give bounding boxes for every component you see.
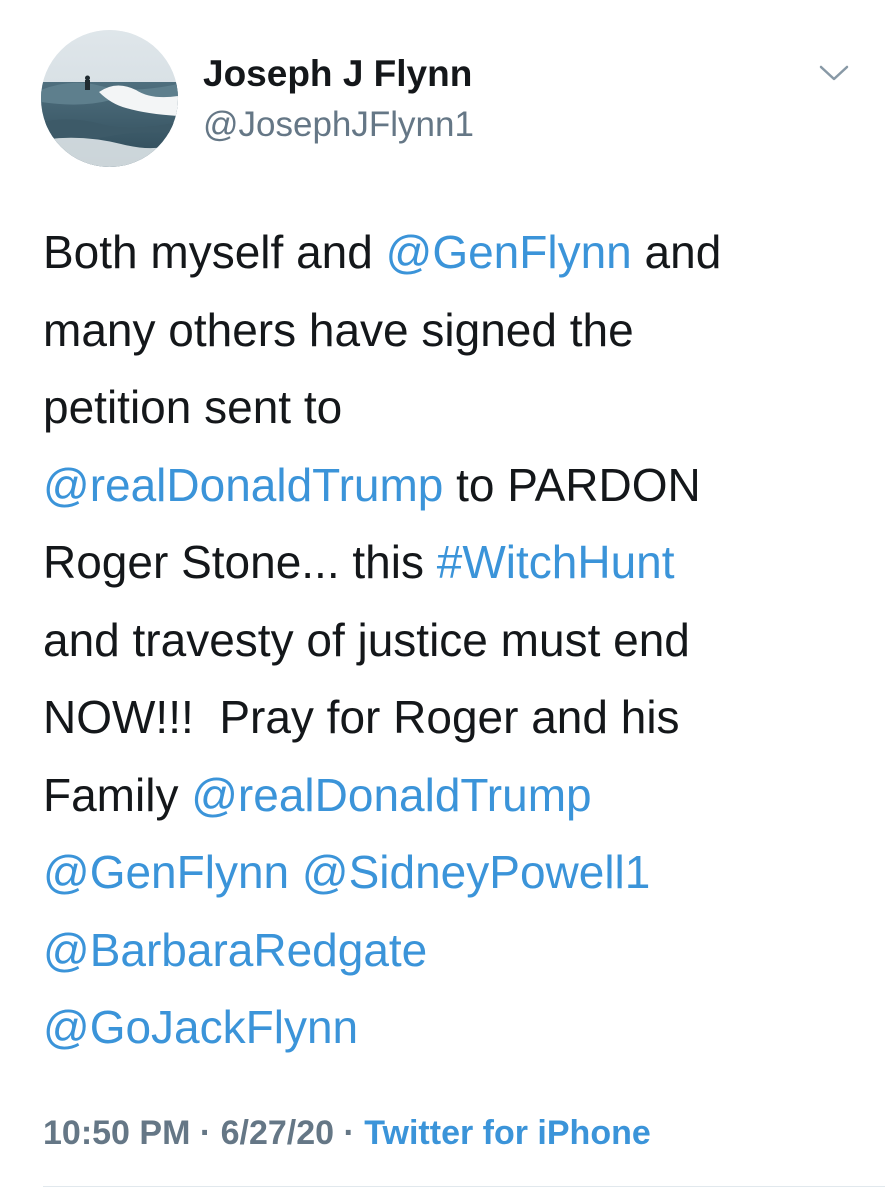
tweet-text-line: Roger Stone... this #WitchHunt [43,524,843,602]
meta-separator: · [190,1114,221,1152]
tweet: Joseph J Flynn @JosephJFlynn1 Both mysel… [0,0,885,1200]
tweet-text-line: NOW!!! Pray for Roger and his [43,679,843,757]
tweet-source-link[interactable]: Twitter for iPhone [364,1114,650,1152]
mention-link[interactable]: @GoJackFlynn [43,1001,358,1053]
divider [43,1186,885,1187]
tweet-text-segment: and travesty of justice must end [43,613,690,666]
hashtag-link[interactable]: #WitchHunt [437,536,675,588]
tweet-meta: 10:50 PM · 6/27/20 · Twitter for iPhone [43,1112,651,1154]
tweet-text-segment: Family [43,768,192,821]
tweet-text-line: Family @realDonaldTrump [43,757,843,835]
mention-link[interactable]: @BarbaraRedgate [43,924,427,976]
tweet-text-segment: petition sent to [43,381,343,433]
mention-link[interactable]: @GenFlynn [386,226,632,278]
tweet-time[interactable]: 10:50 PM [43,1114,190,1152]
mention-link[interactable]: @realDonaldTrump [43,459,443,511]
tweet-text-segment: Roger Stone... this [43,536,437,588]
avatar-surf-image [41,30,178,167]
tweet-text: Both myself and @GenFlynn and many others… [43,214,843,1067]
meta-separator: · [334,1114,365,1152]
tweet-text-line: @GoJackFlynn [43,989,843,1067]
tweet-text-segment: Both myself and [43,226,386,278]
avatar[interactable] [41,30,178,167]
tweet-text-segment: and [631,226,722,278]
tweet-text-line: and travesty of justice must end [43,602,843,680]
mention-link[interactable]: @GenFlynn [43,846,289,898]
mention-link[interactable]: @SidneyPowell1 [302,846,650,898]
tweet-text-line: @GenFlynn @SidneyPowell1 [43,834,843,912]
user-handle[interactable]: @JosephJFlynn1 [203,104,474,146]
tweet-text-line: Both myself and @GenFlynn and [43,214,843,292]
tweet-date[interactable]: 6/27/20 [221,1114,334,1152]
mention-link[interactable]: @realDonaldTrump [191,769,591,821]
tweet-text-line: petition sent to [43,369,843,447]
tweet-text-segment [289,846,302,898]
tweet-text-line: many others have signed the [43,292,843,370]
tweet-text-segment: to PARDON [443,458,701,511]
display-name[interactable]: Joseph J Flynn [203,52,472,96]
chevron-down-icon[interactable] [817,62,851,84]
tweet-text-segment: NOW!!! Pray for Roger and his [43,691,680,743]
tweet-text-line: @BarbaraRedgate [43,912,843,990]
tweet-text-line: @realDonaldTrump to PARDON [43,447,843,525]
tweet-text-segment: many others have signed the [43,303,634,356]
